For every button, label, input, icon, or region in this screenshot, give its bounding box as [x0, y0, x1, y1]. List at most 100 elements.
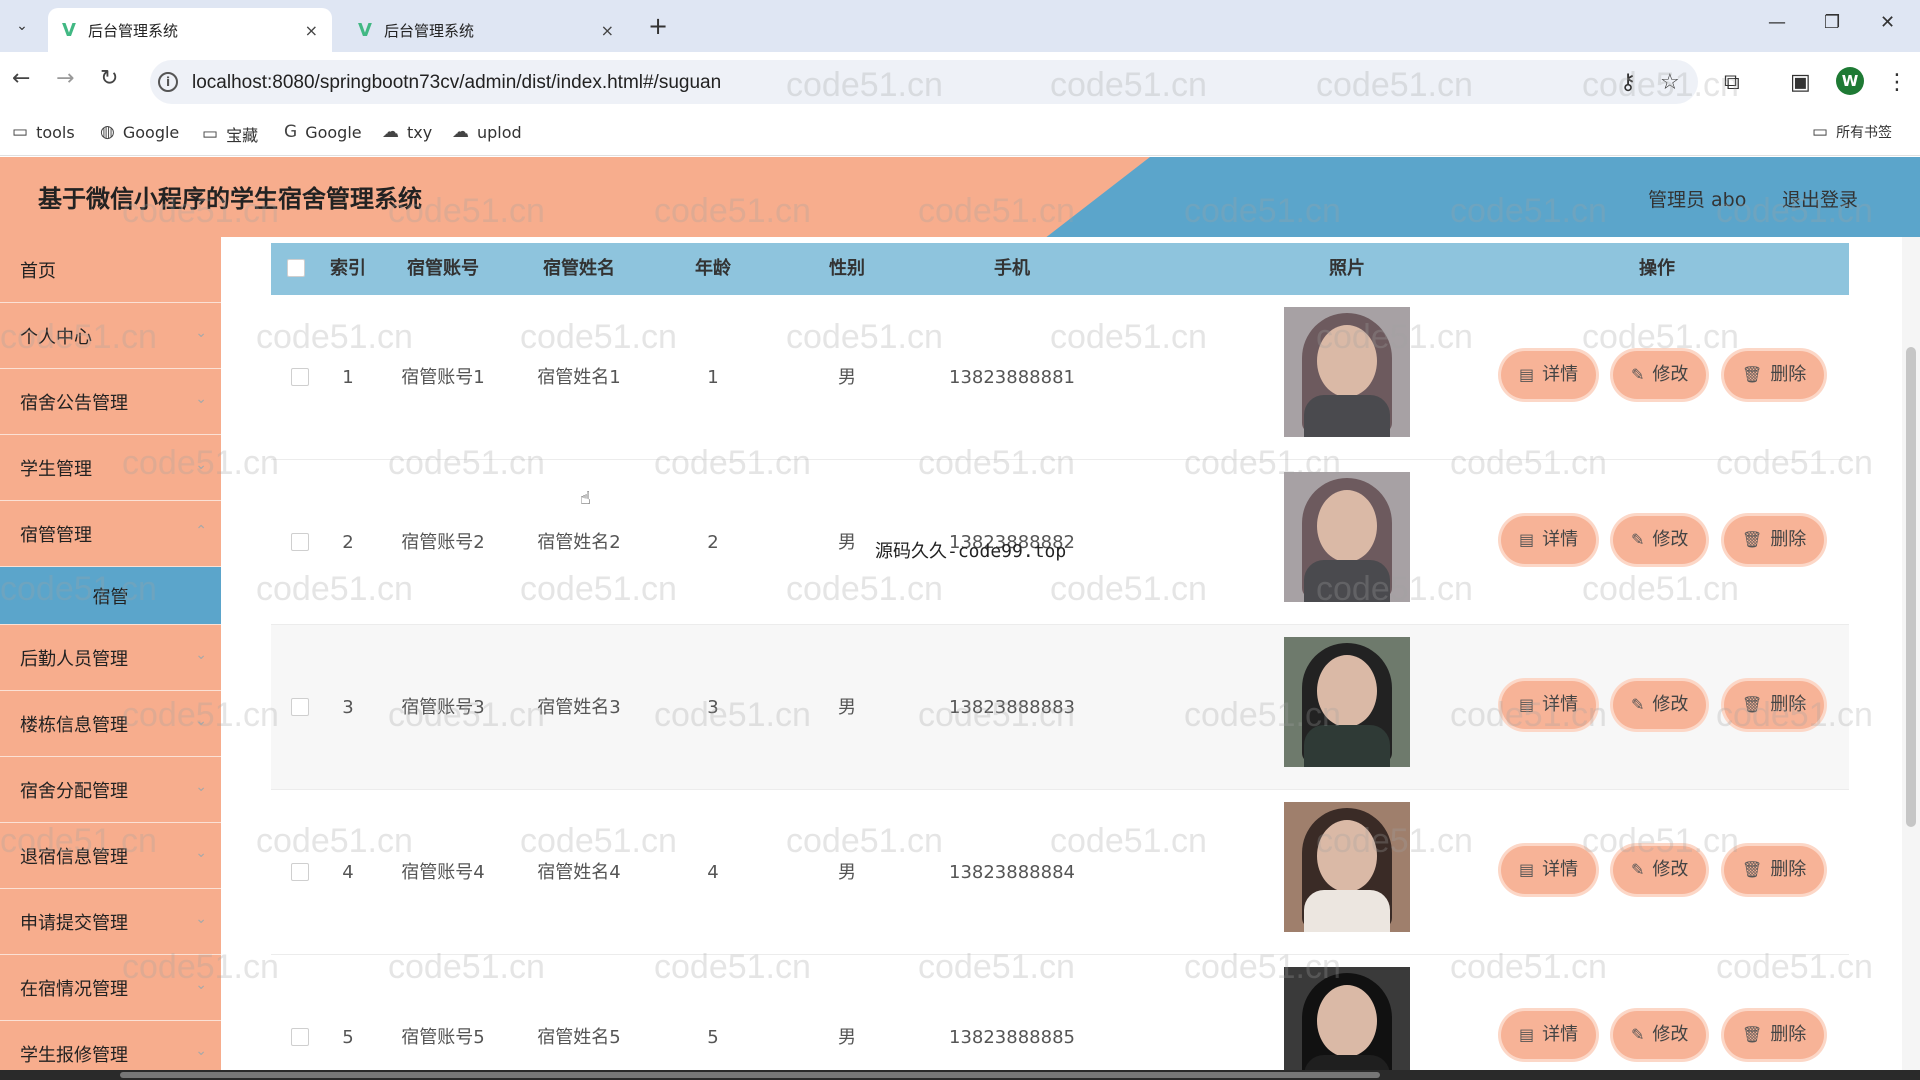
button-label: 删除	[1770, 859, 1807, 880]
chevron-down-icon: ⌄	[195, 391, 207, 407]
edit-button[interactable]: ✎ 修改	[1613, 1011, 1707, 1059]
all-bookmarks[interactable]: ▭ 所有书签	[1812, 122, 1892, 142]
cell-name: 宿管姓名3	[537, 697, 621, 718]
minimize-icon[interactable]: —	[1768, 12, 1786, 33]
bookmark-label: uplod	[477, 122, 522, 142]
button-label: 修改	[1652, 1024, 1689, 1045]
browser-tab-bar: ⌄ V 后台管理系统 × V 后台管理系统 × + — ❐ ✕	[0, 0, 1920, 52]
detail-button[interactable]: ▤ 详情	[1501, 681, 1597, 729]
cell-age: 3	[707, 697, 719, 718]
close-window-icon[interactable]: ✕	[1880, 12, 1895, 33]
back-icon[interactable]: ←	[12, 66, 30, 91]
row-checkbox[interactable]	[291, 863, 309, 881]
trash-icon: 🗑	[1742, 1025, 1763, 1044]
row-checkbox[interactable]	[291, 1028, 309, 1046]
browser-tab[interactable]: V 后台管理系统 ×	[344, 8, 628, 52]
chevron-down-icon: ⌄	[195, 325, 207, 341]
row-checkbox[interactable]	[291, 368, 309, 386]
sidebar-item-allocation[interactable]: 宿舍分配管理 ⌄	[0, 757, 221, 823]
star-icon[interactable]: ☆	[1660, 70, 1680, 95]
bookmark-baozang[interactable]: ▭ 宝藏	[202, 122, 258, 146]
reload-icon[interactable]: ↻	[100, 66, 118, 91]
tab-close-icon[interactable]: ×	[305, 21, 318, 40]
key-icon[interactable]: ⚷	[1620, 70, 1636, 95]
sidebar-item-applications[interactable]: 申请提交管理 ⌄	[0, 889, 221, 955]
edit-button[interactable]: ✎ 修改	[1613, 846, 1707, 894]
sidebar-item-label: 在宿情况管理	[20, 978, 128, 1000]
table-header: 索引 宿管账号 宿管姓名 年龄 性别 手机 照片 操作	[271, 243, 1849, 295]
profile-avatar[interactable]: W	[1836, 67, 1864, 95]
url-text[interactable]: localhost:8080/springbootn73cv/admin/dis…	[192, 72, 721, 94]
sidebar-item-label: 退宿信息管理	[20, 846, 128, 868]
scrollbar-thumb[interactable]	[120, 1072, 1380, 1078]
photo-face	[1317, 325, 1377, 397]
forward-icon[interactable]: →	[56, 66, 74, 91]
bookmark-tools[interactable]: ▭ tools	[12, 122, 75, 142]
bookmark-label: Google	[122, 122, 180, 142]
delete-button[interactable]: 🗑 删除	[1724, 351, 1825, 399]
vertical-scrollbar[interactable]	[1902, 237, 1920, 1080]
sidebar-item-notice[interactable]: 宿舍公告管理 ⌄	[0, 369, 221, 435]
main-content: 索引 宿管账号 宿管姓名 年龄 性别 手机 照片 操作 1 宿管账号1 宿管姓名…	[221, 237, 1920, 1080]
tab-close-icon[interactable]: ×	[601, 21, 614, 40]
delete-button[interactable]: 🗑 删除	[1724, 516, 1825, 564]
tab-search-chevron-icon[interactable]: ⌄	[8, 12, 36, 40]
column-header: 手机	[994, 258, 1030, 279]
document-icon: ▤	[1519, 530, 1535, 549]
bookmark-google[interactable]: ◍ Google	[100, 122, 179, 142]
detail-button[interactable]: ▤ 详情	[1501, 1011, 1597, 1059]
edit-button[interactable]: ✎ 修改	[1613, 516, 1707, 564]
bookmarks-bar: ▭ tools ◍ Google ▭ 宝藏 G Google ☁ txy ☁ uplod ▭…	[0, 112, 1920, 156]
delete-button[interactable]: 🗑 删除	[1724, 1011, 1825, 1059]
detail-button[interactable]: ▤ 详情	[1501, 351, 1597, 399]
column-header: 宿管姓名	[543, 258, 615, 279]
restore-icon[interactable]: ❐	[1824, 12, 1840, 33]
trash-icon: 🗑	[1742, 860, 1763, 879]
chevron-down-icon: ⌄	[195, 647, 207, 663]
chevron-down-icon: ⌄	[195, 457, 207, 473]
extensions-icon[interactable]: ⧉	[1724, 70, 1740, 95]
bookmark-uplod[interactable]: ☁ uplod	[452, 122, 522, 142]
sidebar-subitem-suguan[interactable]: 宿管	[0, 567, 221, 625]
sidebar-item-label: 后勤人员管理	[20, 648, 128, 670]
detail-button[interactable]: ▤ 详情	[1501, 846, 1597, 894]
sidebar-item-building[interactable]: 楼栋信息管理 ⌄	[0, 691, 221, 757]
button-label: 删除	[1770, 694, 1807, 715]
sidebar-item-personal-center[interactable]: 个人中心 ⌄	[0, 303, 221, 369]
sidepanel-icon[interactable]: ▣	[1790, 70, 1811, 95]
menu-icon[interactable]: ⋮	[1886, 70, 1908, 95]
sidebar-item-residence[interactable]: 在宿情况管理 ⌄	[0, 955, 221, 1021]
sidebar-item-logistics[interactable]: 后勤人员管理 ⌄	[0, 625, 221, 691]
cell-account: 宿管账号4	[401, 862, 485, 883]
row-checkbox[interactable]	[291, 533, 309, 551]
column-header: 性别	[829, 258, 865, 279]
delete-button[interactable]: 🗑 删除	[1724, 681, 1825, 729]
row-checkbox[interactable]	[291, 698, 309, 716]
new-tab-button[interactable]: +	[648, 12, 668, 40]
bookmark-txy[interactable]: ☁ txy	[382, 122, 432, 142]
bookmark-google-2[interactable]: G Google	[284, 122, 362, 142]
delete-button[interactable]: 🗑 删除	[1724, 846, 1825, 894]
sidebar-item-checkout[interactable]: 退宿信息管理 ⌄	[0, 823, 221, 889]
sidebar-item-suguan[interactable]: 宿管管理 ⌃	[0, 501, 221, 567]
staff-photo	[1284, 307, 1410, 437]
cell-gender: 男	[838, 862, 856, 883]
column-header: 宿管账号	[407, 258, 479, 279]
select-all-checkbox[interactable]	[287, 259, 305, 277]
logout-link[interactable]: 退出登录	[1782, 185, 1858, 212]
cell-age: 2	[707, 532, 719, 553]
globe-icon: ◍	[100, 122, 115, 142]
edit-button[interactable]: ✎ 修改	[1613, 351, 1707, 399]
detail-button[interactable]: ▤ 详情	[1501, 516, 1597, 564]
horizontal-scrollbar[interactable]	[0, 1070, 1920, 1080]
sidebar-item-home[interactable]: 首页	[0, 237, 221, 303]
site-info-icon[interactable]: i	[158, 72, 178, 92]
document-icon: ▤	[1519, 860, 1535, 879]
button-label: 详情	[1542, 1024, 1579, 1045]
browser-tab-active[interactable]: V 后台管理系统 ×	[48, 8, 332, 52]
scrollbar-thumb[interactable]	[1906, 347, 1916, 827]
sidebar-item-students[interactable]: 学生管理 ⌄	[0, 435, 221, 501]
edit-icon: ✎	[1631, 1025, 1645, 1044]
edit-button[interactable]: ✎ 修改	[1613, 681, 1707, 729]
cell-account: 宿管账号3	[401, 697, 485, 718]
